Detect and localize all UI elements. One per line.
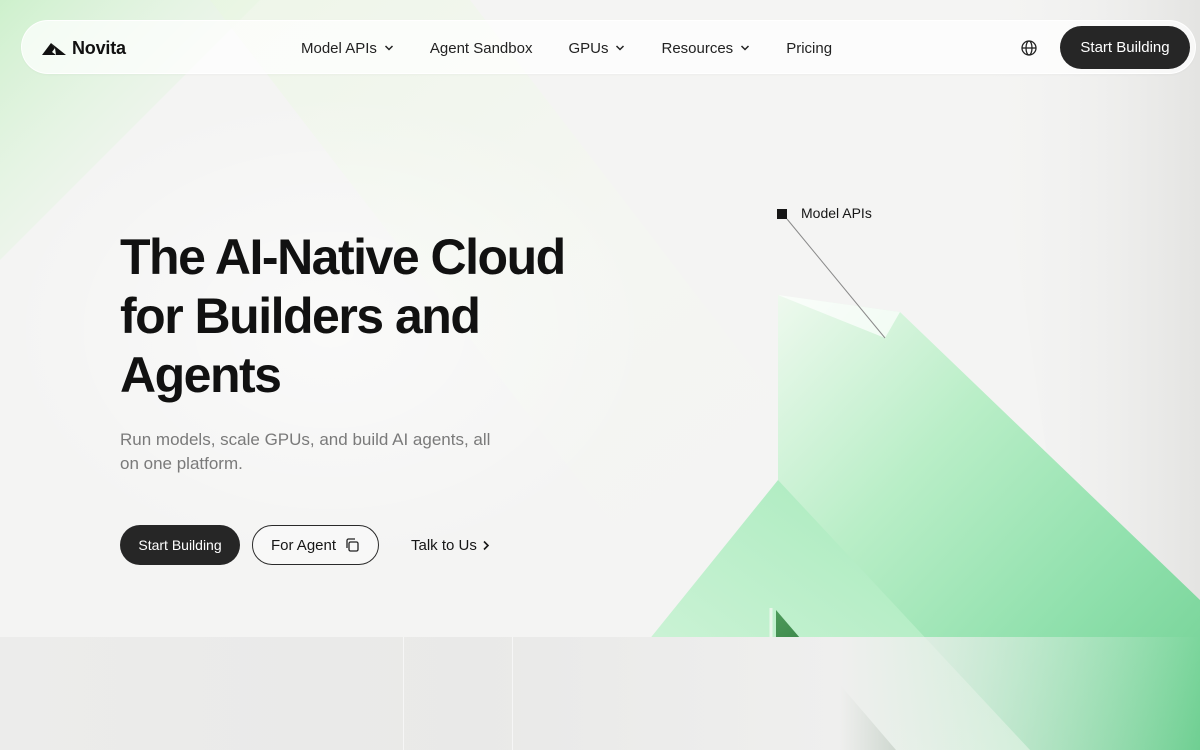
bottom-section-band [0, 637, 1200, 750]
hero-subtitle: Run models, scale GPUs, and build AI age… [120, 428, 520, 476]
chevron-down-icon [741, 45, 750, 51]
nav-item-label: Agent Sandbox [429, 39, 533, 57]
nav-item-label: Resources [661, 39, 734, 57]
hero-title-line: The AI-Native Cloud [120, 229, 566, 285]
brand-logo-link[interactable]: Novita [42, 38, 126, 59]
globe-icon[interactable] [1020, 39, 1038, 57]
for-agent-label: For Agent [270, 536, 337, 554]
band-divider [512, 637, 513, 750]
copy-icon [346, 538, 359, 552]
talk-to-us-link[interactable]: Talk to Us [411, 534, 490, 556]
start-building-nav-button[interactable]: Start Building [1060, 26, 1190, 69]
novita-logo-icon [42, 42, 66, 55]
nav-item-agent-sandbox[interactable]: Agent Sandbox [430, 40, 533, 57]
chevron-down-icon [616, 45, 625, 51]
for-agent-button[interactable]: For Agent [252, 525, 379, 565]
nav-item-label: Pricing [786, 39, 833, 57]
nav-item-gpus[interactable]: GPUs [568, 40, 625, 57]
hero-title-line: Agents [120, 347, 282, 403]
chevron-down-icon [384, 45, 393, 51]
hero-subtitle-line: on one platform. [120, 454, 243, 473]
hero-subtitle-line: Run models, scale GPUs, and build AI age… [120, 430, 491, 449]
top-navigation-bar: Novita Model APIs Agent Sandbox GPUs Res… [21, 20, 1196, 74]
nav-item-resources[interactable]: Resources [661, 40, 750, 57]
band-divider [403, 637, 404, 750]
chevron-right-icon [483, 540, 489, 550]
nav-links: Model APIs Agent Sandbox GPUs Resources … [301, 21, 868, 75]
hero-title: The AI-Native Cloud for Builders and Age… [120, 228, 640, 405]
annotation-label: Model APIs [801, 205, 872, 221]
annotation-marker [777, 209, 787, 219]
nav-item-pricing[interactable]: Pricing [786, 40, 832, 57]
hero-title-line: for Builders and [120, 288, 481, 344]
nav-item-label: Model APIs [301, 39, 377, 57]
start-building-button[interactable]: Start Building [120, 525, 240, 565]
nav-item-label: GPUs [568, 39, 609, 57]
talk-to-us-label: Talk to Us [411, 536, 477, 554]
nav-item-model-apis[interactable]: Model APIs [301, 40, 394, 57]
brand-name: Novita [72, 38, 126, 58]
